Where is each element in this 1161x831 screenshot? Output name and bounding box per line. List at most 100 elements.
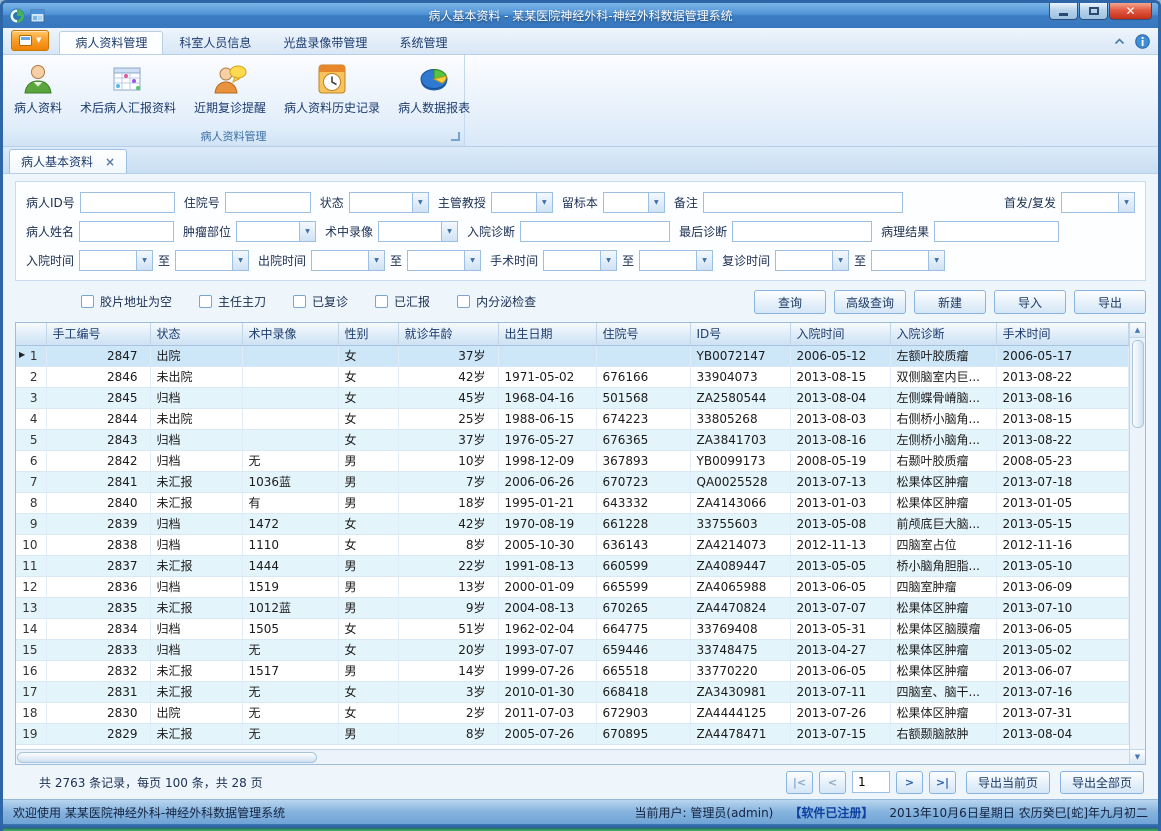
checkbox-icon[interactable]	[81, 295, 94, 308]
prev-page-button[interactable]: <	[819, 771, 846, 794]
table-row[interactable]: 102838归档1110女8岁2005-10-30636143ZA4214073…	[16, 534, 1129, 555]
filter-input[interactable]	[79, 221, 174, 242]
column-header[interactable]: 就诊年龄	[398, 323, 498, 345]
dialog-launcher-icon[interactable]	[451, 132, 460, 141]
checkbox-icon[interactable]	[457, 295, 470, 308]
action-button[interactable]: 新建	[914, 290, 986, 314]
last-page-button[interactable]: >|	[929, 771, 956, 794]
table-row[interactable]: 82840未汇报有男18岁1995-01-21643332ZA414306620…	[16, 492, 1129, 513]
collapse-ribbon-icon[interactable]	[1114, 38, 1125, 45]
table-row[interactable]: 42844未出院女25岁1988-06-15674223338052682013…	[16, 408, 1129, 429]
table-row[interactable]: 182830出院无女2岁2011-07-03672903ZA4444125201…	[16, 702, 1129, 723]
filter-input[interactable]	[934, 221, 1059, 242]
ribbon-item[interactable]: 术后病人汇报资料	[71, 59, 185, 119]
ribbon-tab[interactable]: 科室人员信息	[163, 31, 267, 54]
filter-dropdown[interactable]: ▼	[407, 250, 481, 271]
app-logo-icon[interactable]	[9, 8, 25, 24]
filter-input[interactable]	[80, 192, 175, 213]
filter-dropdown[interactable]: ▼	[639, 250, 713, 271]
checkbox-icon[interactable]	[293, 295, 306, 308]
column-header[interactable]: 术中录像	[242, 323, 338, 345]
table-row[interactable]: 122836归档1519男13岁2000-01-09665599ZA406598…	[16, 576, 1129, 597]
export-all-pages-button[interactable]: 导出全部页	[1060, 771, 1144, 794]
scroll-down-icon[interactable]: ▼	[1130, 749, 1145, 764]
ribbon-tab[interactable]: 光盘录像带管理	[267, 31, 383, 54]
vertical-scrollbar[interactable]: ▲ ▼	[1129, 323, 1145, 764]
column-header[interactable]: ID号	[690, 323, 790, 345]
column-header[interactable]: 手工编号	[46, 323, 150, 345]
next-page-button[interactable]: >	[896, 771, 923, 794]
filter-dropdown[interactable]: ▼	[311, 250, 385, 271]
horizontal-scrollbar[interactable]	[16, 749, 1129, 764]
table-row[interactable]: 152833归档无女20岁1993-07-0765944633748475201…	[16, 639, 1129, 660]
filter-checkbox[interactable]: 内分泌检查	[457, 293, 536, 310]
filter-input[interactable]	[225, 192, 311, 213]
column-header[interactable]: 手术时间	[996, 323, 1129, 345]
quick-access-icon[interactable]	[30, 9, 45, 23]
page-number-input[interactable]	[852, 771, 890, 793]
table-row[interactable]: 172831未汇报无女3岁2010-01-30668418ZA343098120…	[16, 681, 1129, 702]
filter-dropdown[interactable]: ▼	[1061, 192, 1135, 213]
filter-checkbox[interactable]: 胶片地址为空	[81, 293, 172, 310]
filter-dropdown[interactable]: ▼	[543, 250, 617, 271]
checkbox-label: 内分泌检查	[476, 293, 536, 310]
main-menu-button[interactable]: ▼	[11, 30, 49, 51]
filter-dropdown[interactable]: ▼	[871, 250, 945, 271]
column-header[interactable]: 入院时间	[790, 323, 890, 345]
column-header[interactable]: 入院诊断	[890, 323, 996, 345]
filter-dropdown[interactable]: ▼	[79, 250, 153, 271]
table-row[interactable]: 92839归档1472女42岁1970-08-19661228337556032…	[16, 513, 1129, 534]
tab-patient-basic-info[interactable]: 病人基本资料 ×	[9, 149, 127, 173]
table-row[interactable]: 192829未汇报无男8岁2005-07-26670895ZA447847120…	[16, 723, 1129, 744]
close-tab-icon[interactable]: ×	[105, 155, 115, 169]
filter-input[interactable]	[703, 192, 903, 213]
table-row[interactable]: 72841未汇报1036蓝男7岁2006-06-26670723QA002552…	[16, 471, 1129, 492]
table-row[interactable]: 22846未出院女42岁1971-05-02676166339040732013…	[16, 366, 1129, 387]
checkbox-icon[interactable]	[375, 295, 388, 308]
filter-checkbox[interactable]: 主任主刀	[199, 293, 266, 310]
export-current-page-button[interactable]: 导出当前页	[966, 771, 1050, 794]
column-header[interactable]: 住院号	[596, 323, 690, 345]
filter-dropdown[interactable]: ▼	[378, 221, 458, 242]
filter-input[interactable]	[520, 221, 670, 242]
action-button[interactable]: 导出	[1074, 290, 1146, 314]
ribbon-tab[interactable]: 病人资料管理	[59, 31, 163, 54]
filter-checkbox[interactable]: 已复诊	[293, 293, 348, 310]
filter-input[interactable]	[732, 221, 872, 242]
column-header[interactable]: 出生日期	[498, 323, 596, 345]
filter-dropdown[interactable]: ▼	[603, 192, 665, 213]
table-row[interactable]: 32845归档女45岁1968-04-16501568ZA25805442013…	[16, 387, 1129, 408]
table-row[interactable]: 112837未汇报1444男22岁1991-08-13660599ZA40894…	[16, 555, 1129, 576]
filter-dropdown[interactable]: ▼	[236, 221, 316, 242]
ribbon-item[interactable]: 病人资料	[5, 59, 71, 119]
table-row[interactable]: 142834归档1505女51岁1962-02-0466477533769408…	[16, 618, 1129, 639]
info-icon[interactable]	[1135, 34, 1150, 49]
hscroll-thumb[interactable]	[17, 752, 317, 763]
first-page-button[interactable]: |<	[786, 771, 813, 794]
filter-dropdown[interactable]: ▼	[349, 192, 429, 213]
ribbon-tab[interactable]: 系统管理	[383, 31, 463, 54]
filter-dropdown[interactable]: ▼	[775, 250, 849, 271]
maximize-button[interactable]	[1079, 3, 1108, 20]
vscroll-thumb[interactable]	[1132, 340, 1144, 428]
filter-checkbox[interactable]: 已汇报	[375, 293, 430, 310]
table-row[interactable]: 52843归档女37岁1976-05-27676365ZA38417032013…	[16, 429, 1129, 450]
column-header[interactable]: 状态	[150, 323, 242, 345]
action-button[interactable]: 查询	[754, 290, 826, 314]
table-row[interactable]: 62842归档无男10岁1998-12-09367893YB0099173200…	[16, 450, 1129, 471]
action-button[interactable]: 高级查询	[834, 290, 906, 314]
table-row[interactable]: 132835未汇报1012蓝男9岁2004-08-13670265ZA44708…	[16, 597, 1129, 618]
table-row[interactable]: 162832未汇报1517男14岁1999-07-266655183377022…	[16, 660, 1129, 681]
checkbox-icon[interactable]	[199, 295, 212, 308]
table-row[interactable]: ▶12847出院女37岁YB00721472006-05-12左额叶胶质瘤200…	[16, 345, 1129, 366]
filter-dropdown[interactable]: ▼	[175, 250, 249, 271]
column-header[interactable]: 性别	[338, 323, 398, 345]
minimize-button[interactable]	[1049, 3, 1078, 20]
column-header[interactable]	[16, 323, 46, 345]
scroll-up-icon[interactable]: ▲	[1130, 323, 1145, 338]
ribbon-item[interactable]: 病人资料历史记录	[275, 59, 389, 119]
action-button[interactable]: 导入	[994, 290, 1066, 314]
filter-dropdown[interactable]: ▼	[491, 192, 553, 213]
ribbon-item[interactable]: 近期复诊提醒	[185, 59, 275, 119]
close-button[interactable]: ✕	[1109, 3, 1152, 20]
